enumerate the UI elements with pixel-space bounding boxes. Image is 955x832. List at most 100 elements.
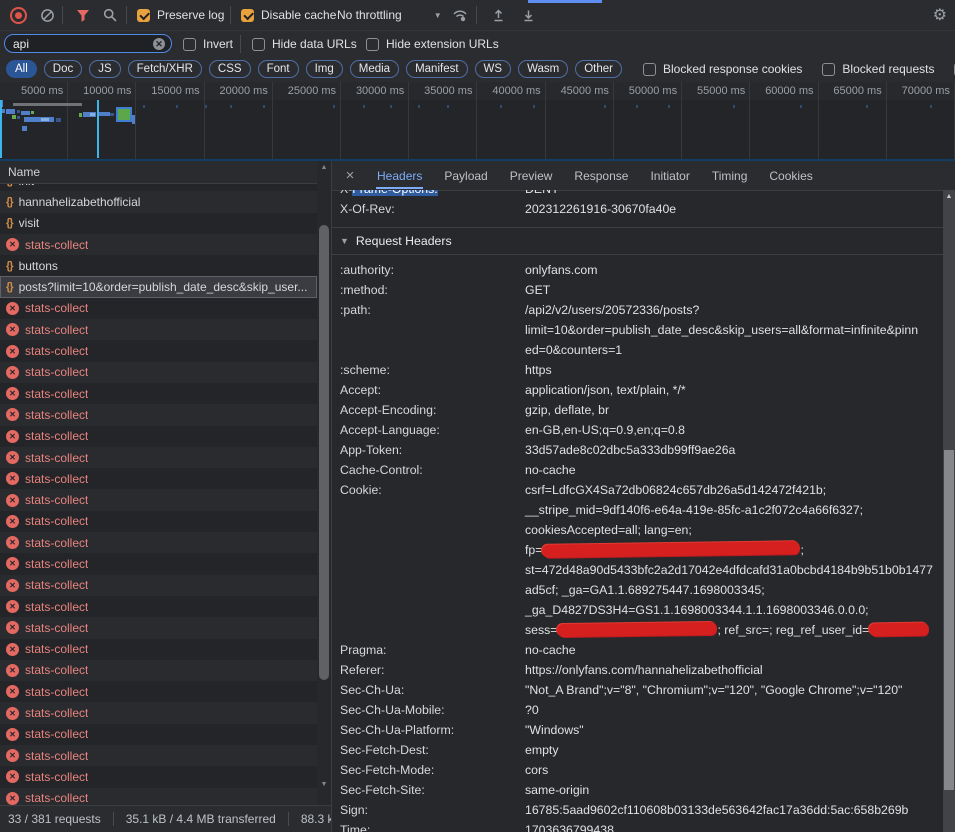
clear-network-log-button[interactable] <box>36 0 58 30</box>
request-row[interactable]: ✕stats-collect <box>0 234 317 255</box>
header-row: :authority:onlyfans.com <box>332 260 943 280</box>
network-conditions-button[interactable] <box>448 0 472 30</box>
request-name: stats-collect <box>25 642 88 656</box>
scrollbar-thumb[interactable] <box>944 450 954 790</box>
scroll-up-icon[interactable]: ▲ <box>317 164 331 171</box>
request-row[interactable]: ✕stats-collect <box>0 447 317 468</box>
disable-cache-checkbox[interactable]: Disable cache <box>241 8 336 22</box>
tab-headers[interactable]: Headers <box>376 162 423 189</box>
import-har-button[interactable] <box>486 0 510 30</box>
type-filter-other[interactable]: Other <box>575 60 622 78</box>
request-row[interactable]: ✕stats-collect <box>0 681 317 702</box>
type-filter-ws[interactable]: WS <box>475 60 512 78</box>
tab-initiator[interactable]: Initiator <box>649 162 690 189</box>
type-filter-media[interactable]: Media <box>350 60 399 78</box>
request-row[interactable]: {}init <box>0 184 317 191</box>
request-row[interactable]: {}hannahelizabethofficial <box>0 191 317 212</box>
request-row[interactable]: ✕stats-collect <box>0 596 317 617</box>
checkbox-checked-icon <box>137 9 150 22</box>
header-row: Sec-Fetch-Mode:cors <box>332 760 943 780</box>
waterfall-dot <box>733 105 735 108</box>
search-button[interactable] <box>99 0 121 30</box>
request-row[interactable]: ✕stats-collect <box>0 383 317 404</box>
request-row[interactable]: ✕stats-collect <box>0 532 317 553</box>
type-filter-js[interactable]: JS <box>89 60 120 78</box>
request-list-scrollbar[interactable]: ▲ ▼ <box>317 161 331 805</box>
waterfall-dot <box>533 105 535 108</box>
close-icon[interactable]: × <box>342 167 358 184</box>
timeline-tick-label: 25000 ms <box>288 85 336 97</box>
request-row[interactable]: ✕stats-collect <box>0 489 317 510</box>
request-row[interactable]: ✕stats-collect <box>0 319 317 340</box>
request-row[interactable]: ✕stats-collect <box>0 617 317 638</box>
waterfall-bar <box>31 111 34 114</box>
tab-timing[interactable]: Timing <box>711 162 749 189</box>
timeline-tick-label: 65000 ms <box>833 85 881 97</box>
filter-toggle-button[interactable] <box>72 0 94 30</box>
waterfall-bar <box>90 113 95 116</box>
waterfall-dot <box>668 105 670 108</box>
request-row[interactable]: {}posts?limit=10&order=publish_date_desc… <box>0 276 317 297</box>
blocked-requests-checkbox[interactable]: Blocked requests <box>822 62 934 76</box>
request-row[interactable]: ✕stats-collect <box>0 639 317 660</box>
detail-scrollbar[interactable]: ▲ <box>943 190 955 832</box>
request-name: stats-collect <box>25 791 88 805</box>
request-row[interactable]: ✕stats-collect <box>0 766 317 787</box>
type-filter-img[interactable]: Img <box>306 60 343 78</box>
tab-cookies[interactable]: Cookies <box>768 162 813 189</box>
header-row: :scheme:https <box>332 360 943 380</box>
throttling-dropdown[interactable]: No throttling ▼ <box>337 0 442 30</box>
request-row[interactable]: ✕stats-collect <box>0 553 317 574</box>
request-row[interactable]: ✕stats-collect <box>0 362 317 383</box>
hide-data-urls-checkbox[interactable]: Hide data URLs <box>252 37 357 51</box>
checkbox-unchecked-icon <box>183 38 196 51</box>
type-filter-all[interactable]: All <box>6 60 37 78</box>
request-headers-section-toggle[interactable]: ▼ Request Headers <box>332 227 943 255</box>
request-row[interactable]: ✕stats-collect <box>0 298 317 319</box>
type-filter-wasm[interactable]: Wasm <box>518 60 568 78</box>
request-row[interactable]: ✕stats-collect <box>0 660 317 681</box>
settings-gear-icon[interactable]: ⚙ <box>933 0 947 30</box>
request-row[interactable]: ✕stats-collect <box>0 404 317 425</box>
export-har-button[interactable] <box>516 0 540 30</box>
request-row[interactable]: ✕stats-collect <box>0 745 317 766</box>
waterfall-bar <box>6 109 15 114</box>
tab-response[interactable]: Response <box>573 162 629 189</box>
record-network-log-button[interactable] <box>6 0 30 30</box>
network-overview-timeline[interactable]: 5000 ms10000 ms15000 ms20000 ms25000 ms3… <box>0 82 955 161</box>
request-row[interactable]: ✕stats-collect <box>0 468 317 489</box>
request-row[interactable]: ✕stats-collect <box>0 340 317 361</box>
clear-filter-icon[interactable]: ✕ <box>153 38 165 50</box>
blocked-response-cookies-checkbox[interactable]: Blocked response cookies <box>643 62 802 76</box>
type-filter-font[interactable]: Font <box>258 60 299 78</box>
type-filter-doc[interactable]: Doc <box>44 60 82 78</box>
waterfall-bar <box>24 117 54 122</box>
hide-extension-urls-checkbox[interactable]: Hide extension URLs <box>366 37 499 51</box>
request-row[interactable]: ✕stats-collect <box>0 724 317 745</box>
name-column-header[interactable]: Name <box>0 161 331 184</box>
scrollbar-thumb[interactable] <box>319 225 329 680</box>
detail-tab-bar: × Headers Payload Preview Response Initiator… <box>332 161 955 191</box>
tab-payload[interactable]: Payload <box>443 162 488 189</box>
request-row[interactable]: ✕stats-collect <box>0 426 317 447</box>
request-row[interactable]: {}visit <box>0 213 317 234</box>
request-row[interactable]: ✕stats-collect <box>0 788 317 805</box>
timeline-tick-label: 70000 ms <box>902 85 950 97</box>
request-row[interactable]: ✕stats-collect <box>0 702 317 723</box>
tab-preview[interactable]: Preview <box>509 162 554 189</box>
header-value: ?0 <box>525 700 943 720</box>
invert-checkbox[interactable]: Invert <box>183 37 233 51</box>
type-filter-css[interactable]: CSS <box>209 60 251 78</box>
scroll-up-icon[interactable]: ▲ <box>943 193 955 200</box>
waterfall-bar <box>17 110 20 113</box>
request-name: buttons <box>19 259 58 273</box>
request-row[interactable]: ✕stats-collect <box>0 575 317 596</box>
preserve-log-checkbox[interactable]: Preserve log <box>137 8 224 22</box>
request-row[interactable]: ✕stats-collect <box>0 511 317 532</box>
type-filter-manifest[interactable]: Manifest <box>406 60 467 78</box>
header-value: 33d57ade8c02dbc5a333db99ff9ae26a <box>525 440 943 460</box>
request-row[interactable]: {}buttons <box>0 255 317 276</box>
filter-text-input[interactable]: api ✕ <box>4 34 172 53</box>
scroll-down-icon[interactable]: ▼ <box>317 781 331 788</box>
type-filter-fetch-xhr[interactable]: Fetch/XHR <box>128 60 202 78</box>
